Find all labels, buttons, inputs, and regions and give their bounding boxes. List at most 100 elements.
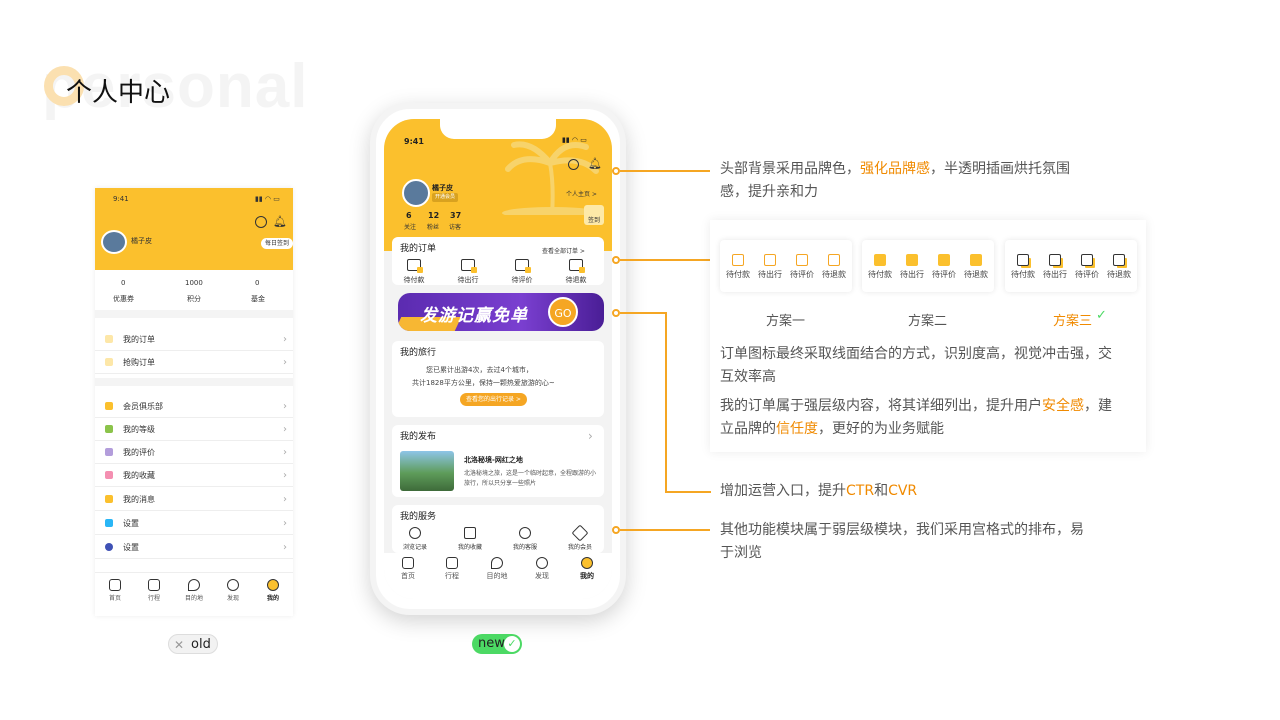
old-stats: 0 优惠券 1000 积分 0 基金 [95, 280, 293, 306]
signin-button[interactable]: 签到 [584, 205, 604, 225]
scheme-item: 待出行 [754, 254, 786, 280]
list-item[interactable]: 我的等级 › [95, 418, 293, 441]
username: 橘子皮 [131, 237, 152, 245]
tab-destination[interactable]: 目的地 [174, 579, 214, 602]
check-icon: ✓ [504, 636, 520, 652]
stat-value: 1000 [185, 279, 203, 287]
settings-icon[interactable] [255, 216, 267, 228]
stat-label[interactable]: 优惠券 [113, 296, 134, 303]
flash-order-icon [105, 358, 113, 366]
tab-mine[interactable]: 我的 [567, 557, 607, 581]
annotation-order-security: 我的订单属于强层级内容，将其详细列出，提升用户安全感，建 立品牌的信任度，更好的… [720, 398, 1112, 437]
trip-title: 我的旅行 [400, 348, 437, 358]
list-item[interactable]: 设置 › [95, 512, 293, 535]
order-pending-review[interactable]: 待评价 [504, 259, 540, 285]
tab-home[interactable]: 首页 [95, 579, 135, 602]
stat-label[interactable]: 关注 [404, 222, 416, 231]
tab-mine[interactable]: 我的 [253, 579, 293, 602]
bell-icon[interactable]: 🔔︎ [588, 157, 602, 170]
checkin-button[interactable]: 每日签到 [261, 238, 293, 249]
page-title: 个人中心 [66, 78, 171, 108]
stat-value: 0 [121, 279, 126, 287]
bell-icon[interactable]: 🔔︎ [273, 215, 287, 228]
service-history[interactable]: 浏览记录 [392, 527, 438, 551]
services-card: 我的服务 浏览记录 我的收藏 我的客服 我的会员 [392, 505, 604, 553]
list-item[interactable]: 我的消息 › [95, 488, 293, 511]
homepage-link[interactable]: 个人主页 > [566, 189, 597, 198]
star-icon [464, 527, 476, 539]
post-title[interactable]: 北洛秘境-网红之地 [464, 455, 523, 465]
banner-go-button[interactable]: GO [548, 297, 578, 327]
stat-label[interactable]: 积分 [187, 296, 201, 303]
clock-icon [409, 527, 421, 539]
order-title: 我的订单 [400, 244, 437, 254]
avatar[interactable] [101, 230, 127, 254]
luggage-icon [764, 254, 776, 266]
all-orders-link[interactable]: 查看全部订单 > [542, 246, 585, 255]
headset-icon [519, 527, 531, 539]
list-item[interactable]: 会员俱乐部 › [95, 395, 293, 418]
trip-history-button[interactable]: 查看您的出行记录 > [460, 393, 527, 406]
scheme-item: 待评价 [1071, 254, 1103, 280]
annotation-line [620, 259, 710, 261]
service-membership[interactable]: 我的会员 [557, 524, 603, 551]
scheme-item: 待付款 [864, 254, 896, 280]
list-item[interactable]: 我的订单 › [95, 328, 293, 351]
stat-label[interactable]: 基金 [251, 296, 265, 303]
promo-banner[interactable]: 发游记赢免单 GO [398, 293, 604, 331]
new-tag: new ✓ [472, 634, 522, 654]
tab-trip[interactable]: 行程 [432, 557, 472, 581]
order-pending-pay[interactable]: 待付款 [396, 259, 432, 285]
diamond-icon [571, 524, 589, 542]
avatar[interactable] [402, 179, 430, 207]
scheme-item: 待评价 [786, 254, 818, 280]
crown-icon [105, 402, 113, 410]
scheme-3-label: 方案三 [1053, 314, 1093, 329]
service-support[interactable]: 我的客服 [502, 527, 548, 551]
scheme-item: 待退款 [960, 254, 992, 280]
status-icons: ▮▮ ◠ ▭ [562, 136, 587, 144]
tab-destination[interactable]: 目的地 [477, 557, 517, 581]
planet-icon [536, 557, 548, 569]
smile-icon [267, 579, 279, 591]
scheme-2-card: 待付款 待出行 待评价 待退款 [862, 240, 994, 292]
scheme-item: 待付款 [1007, 254, 1039, 280]
list-item[interactable]: 设置 › [95, 536, 293, 559]
wallet-icon [732, 254, 744, 266]
tab-discover[interactable]: 发现 [213, 579, 253, 602]
list-item[interactable]: 抢购订单 › [95, 351, 293, 374]
review-icon [1081, 254, 1093, 266]
trip-line2: 共计1828平方公里，保持一颗热爱旅游的心~ [412, 379, 555, 387]
chevron-right-icon[interactable]: › [588, 429, 593, 443]
annotation-line [620, 312, 666, 314]
stat-value: 37 [450, 211, 462, 220]
post-thumbnail[interactable] [400, 451, 454, 491]
publish-card: 我的发布 › 北洛秘境-网红之地 北洛秘境之旅，这是一个临时起意，全程跟游的小旅… [392, 425, 604, 497]
tab-trip[interactable]: 行程 [134, 579, 174, 602]
annotation-order-icons: 订单图标最终采取线面结合的方式，识别度高，视觉冲击强，交 互效率高 [720, 346, 1112, 385]
review-icon [515, 259, 531, 273]
order-pending-refund[interactable]: 待退款 [558, 259, 594, 285]
stat-value: 0 [255, 279, 260, 287]
review-icon [938, 254, 950, 266]
home-icon [109, 579, 121, 591]
username: 橘子皮 [432, 184, 453, 192]
settings-icon[interactable] [568, 159, 579, 170]
order-pending-trip[interactable]: 待出行 [450, 259, 486, 285]
stat-label[interactable]: 访客 [449, 222, 461, 231]
list-item[interactable]: 我的评价 › [95, 441, 293, 464]
annotation-header: 头部背景采用品牌色，强化品牌感，半透明插画烘托氛围 感，提升亲和力 [720, 161, 1070, 200]
annotation-line [620, 170, 710, 172]
tab-home[interactable]: 首页 [388, 557, 428, 581]
scheme-1-label: 方案一 [766, 314, 806, 329]
member-badge[interactable]: 开通会员 [432, 193, 459, 202]
scheme-1-card: 待付款 待出行 待评价 待退款 [720, 240, 852, 292]
status-time: 9:41 [113, 195, 129, 203]
trip-card: 我的旅行 您已累计出游4次，去过4个城市， 共计1828平方公里，保持一颗热爱旅… [392, 341, 604, 417]
service-favorites[interactable]: 我的收藏 [447, 527, 493, 551]
list-item[interactable]: 我的收藏 › [95, 464, 293, 487]
chevron-right-icon: › [283, 334, 287, 345]
star-icon [105, 471, 113, 479]
stat-label[interactable]: 粉丝 [427, 222, 439, 231]
tab-discover[interactable]: 发现 [522, 557, 562, 581]
